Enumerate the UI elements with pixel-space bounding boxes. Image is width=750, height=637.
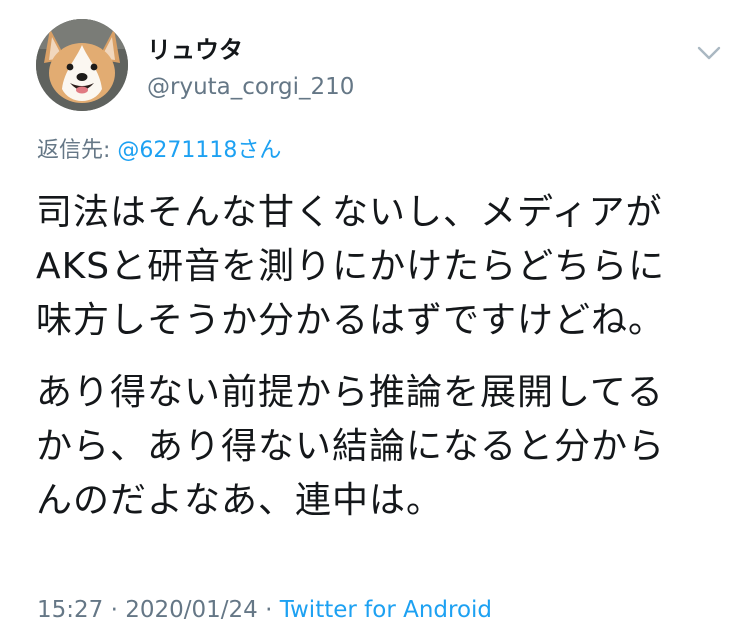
tweet-line: から、あり得ない結論になると分から (36, 426, 666, 467)
tweet-metadata: 15:27 · 2020/01/24 · Twitter for Android (37, 596, 492, 624)
tweet-line: あり得ない前提から推論を展開してる (36, 372, 664, 413)
reply-prefix: 返信先: (37, 138, 118, 163)
tweet-paragraph: 司法はそんな甘くないし、メディアが AKSと研音を測りにかけたらどちらに 味方し… (36, 186, 726, 348)
meta-separator: · (103, 597, 126, 623)
reply-mention-link[interactable]: @6271118さん (117, 138, 281, 163)
chevron-down-icon[interactable] (694, 42, 724, 64)
tweet-paragraph: あり得ない前提から推論を展開してる から、あり得ない結論になると分から んのだよ… (36, 366, 726, 528)
tweet-card: リュウタ @ryuta_corgi_210 返信先: @6271118さん 司法… (0, 0, 750, 637)
tweet-date[interactable]: 2020/01/24 (125, 597, 258, 623)
corgi-avatar-icon[interactable] (36, 19, 128, 111)
tweet-line: んのだよなあ、連中は。 (36, 480, 444, 521)
tweet-line: 司法はそんな甘くないし、メディアが (36, 192, 663, 233)
reply-context: 返信先: @6271118さん (37, 137, 281, 165)
tweet-text: 司法はそんな甘くないし、メディアが AKSと研音を測りにかけたらどちらに 味方し… (36, 186, 726, 528)
tweet-source-link[interactable]: Twitter for Android (280, 597, 492, 623)
tweet-line: AKSと研音を測りにかけたらどちらに (36, 246, 666, 287)
display-name[interactable]: リュウタ (147, 36, 243, 64)
meta-separator: · (257, 597, 280, 623)
user-handle[interactable]: @ryuta_corgi_210 (147, 73, 354, 101)
tweet-line: 味方しそうか分かるはずですけどね。 (36, 300, 666, 341)
tweet-time[interactable]: 15:27 (37, 597, 103, 623)
